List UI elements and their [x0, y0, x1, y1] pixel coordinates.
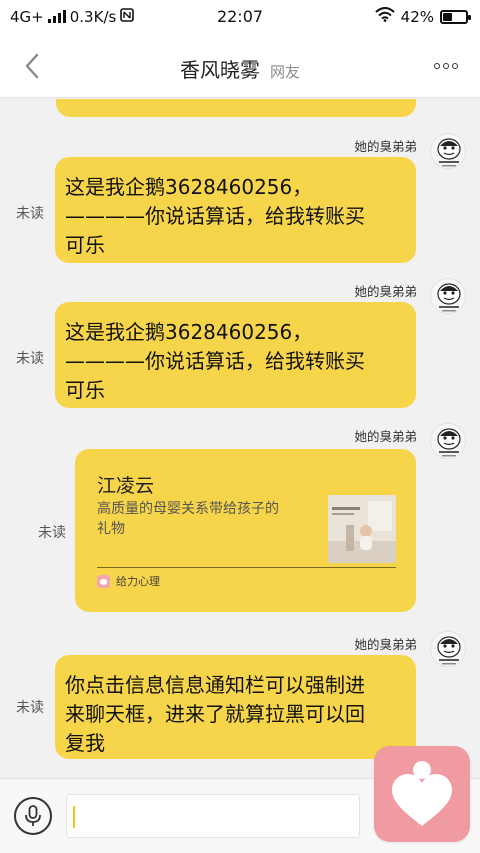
card-source: 给力心理 [97, 573, 160, 589]
unread-status: 未读 [38, 525, 66, 541]
card-description-line: 礼物 [97, 521, 125, 537]
battery-fill [443, 12, 452, 21]
card-description-line: 高质量的母婴关系带给孩子的 [97, 501, 279, 517]
contact-relation: 网友 [269, 63, 300, 81]
meme-face-icon [431, 134, 465, 168]
floating-app-widget[interactable] [374, 746, 470, 842]
text-caret [73, 806, 75, 828]
voice-button[interactable] [14, 797, 52, 835]
sender-name: 她的臭弟弟 [354, 284, 417, 299]
message-line: 可乐 [65, 378, 105, 402]
microphone-icon [25, 805, 41, 826]
meme-face-icon [431, 279, 465, 313]
message-line: 复我 [65, 731, 105, 755]
message-line: 你点击信息信息通知栏可以强制进 [65, 673, 365, 697]
contact-name: 香风晓雾 [179, 58, 260, 82]
unread-status: 未读 [16, 206, 44, 222]
message-line: 来聊天框，进来了就算拉黑可以回 [65, 702, 365, 726]
avatar[interactable] [430, 423, 466, 459]
more-button[interactable] [426, 50, 466, 82]
source-app-icon [97, 574, 110, 588]
nav-bar: 香风晓雾 网友 [0, 34, 480, 98]
more-dots-icon [434, 63, 458, 69]
unread-status: 未读 [16, 700, 44, 716]
card-source-name: 给力心理 [116, 575, 160, 588]
card-description: 高质量的母婴关系带给孩子的 礼物 [97, 499, 279, 539]
chat-title: 香风晓雾 网友 [0, 54, 480, 83]
avatar[interactable] [430, 631, 466, 667]
battery-percent: 42% [400, 7, 434, 26]
avatar[interactable] [430, 278, 466, 314]
message-bubble[interactable]: 这是我企鹅3628460256， ————你说话算话，给我转账买 可乐 [55, 157, 416, 263]
card-title: 江凌云 [97, 475, 155, 497]
sender-name: 她的臭弟弟 [354, 139, 417, 154]
chat-area[interactable]: 她的臭弟弟 未读 这是我企鹅3628460256， ————你说话算话，给我转账… [0, 99, 480, 778]
message-line: 可乐 [65, 233, 105, 257]
share-card[interactable]: 江凌云 高质量的母婴关系带给孩子的 礼物 给力心理 [75, 449, 416, 612]
avatar[interactable] [430, 133, 466, 169]
message-line: 这是我企鹅3628460256， [65, 320, 313, 344]
previous-message-bubble [56, 99, 416, 117]
message-line: ————你说话算话，给我转账买 [65, 349, 365, 373]
card-divider [97, 567, 396, 568]
message-line: ————你说话算话，给我转账买 [65, 204, 365, 228]
heart-person-icon [392, 761, 452, 826]
message-bubble[interactable]: 这是我企鹅3628460256， ————你说话算话，给我转账买 可乐 [55, 302, 416, 408]
card-thumbnail [328, 495, 396, 563]
message-bubble[interactable]: 你点击信息信息通知栏可以强制进 来聊天框，进来了就算拉黑可以回 复我 [55, 655, 416, 759]
status-bar: 4G+ 0.3K/s 22:07 42% [0, 0, 480, 34]
status-right: 42% [374, 7, 471, 26]
message-input[interactable] [66, 794, 360, 838]
sender-name: 她的臭弟弟 [354, 429, 417, 444]
wifi-icon [374, 7, 395, 26]
meme-face-icon [431, 632, 465, 666]
unread-status: 未读 [16, 351, 44, 367]
sender-name: 她的臭弟弟 [354, 637, 417, 652]
meme-face-icon [431, 424, 465, 458]
message-line: 这是我企鹅3628460256， [65, 175, 313, 199]
battery-icon [440, 9, 471, 24]
